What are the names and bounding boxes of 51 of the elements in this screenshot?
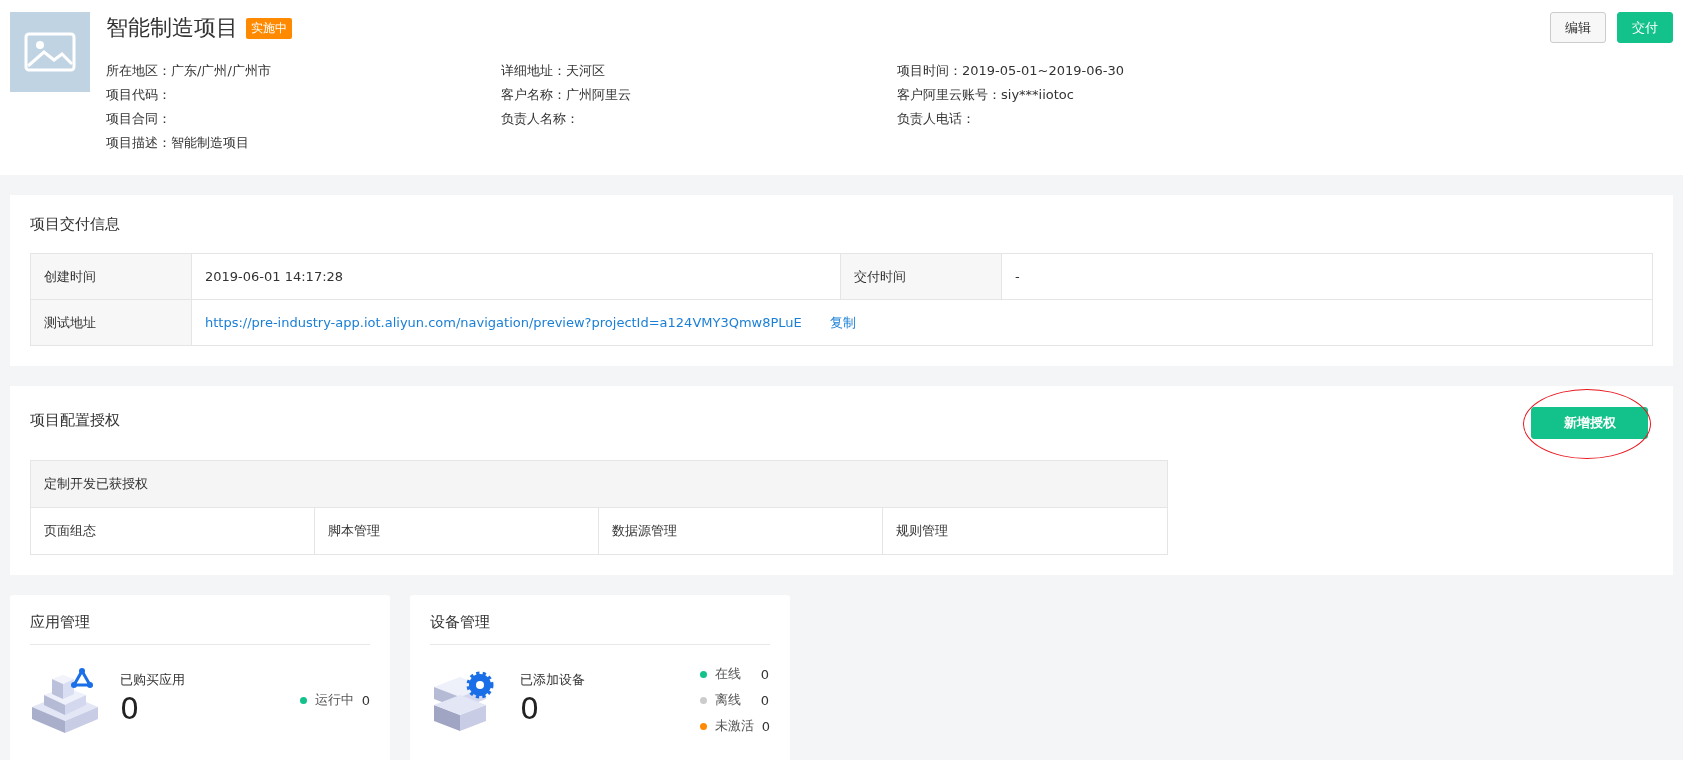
table-label-cell: 交付时间 [841, 254, 1002, 300]
meta-label: 项目合同： [106, 111, 171, 126]
table-label-cell: 创建时间 [31, 254, 192, 300]
edit-button[interactable]: 编辑 [1550, 12, 1606, 43]
table-header-cell: 定制开发已获授权 [31, 461, 1167, 508]
status-label: 在线 [714, 665, 742, 683]
status-label: 未激活 [714, 717, 754, 735]
status-label: 运行中 [314, 691, 354, 709]
meta-label: 项目描述： [106, 135, 171, 150]
table-cell: 数据源管理 [599, 508, 883, 554]
project-title: 智能制造项目 [106, 14, 238, 42]
meta-value: siy***iiotoc [1001, 87, 1074, 102]
status-count: 0 [361, 692, 370, 708]
table-cell-text: 规则管理 [895, 522, 949, 540]
stat-count: 0 [520, 690, 541, 728]
meta-label: 负责人名称： [501, 111, 579, 126]
meta-label: 详细地址： [501, 63, 566, 78]
status-count: 0 [760, 692, 769, 708]
table-label-cell: 测试地址 [31, 300, 192, 346]
test-url-link[interactable]: https://pre-industry-app.iot.aliyun.com/navigation/preview?projectId=a124VMY3Qmw8PLuE [205, 315, 802, 330]
status-badge: 实施中 [246, 17, 292, 39]
stat-label: 已购买应用 [120, 671, 186, 689]
status-label: 离线 [714, 691, 742, 709]
meta-label: 客户阿里云账号： [897, 87, 1001, 102]
meta-label: 项目时间： [897, 63, 962, 78]
stat-count: 0 [120, 690, 141, 728]
card-title: 应用管理 [30, 613, 370, 645]
meta-value: 智能制造项目 [171, 135, 249, 150]
section-title: 项目配置授权 [30, 411, 120, 431]
meta-value: 天河区 [566, 63, 605, 78]
deliver-button[interactable]: 交付 [1617, 12, 1673, 43]
status-count: 0 [761, 718, 770, 734]
section-title: 项目交付信息 [30, 215, 121, 235]
image-placeholder-icon [10, 12, 90, 92]
meta-label: 负责人电话： [897, 111, 975, 126]
meta-label: 客户名称： [501, 87, 566, 102]
app-stack-drawing [30, 665, 100, 735]
meta-label: 所在地区： [106, 63, 171, 78]
copy-link[interactable]: 复制 [829, 313, 856, 332]
meta-value: 2019-05-01~2019-06-30 [962, 63, 1124, 78]
table-cell: 页面组态 [31, 508, 315, 554]
table-cell: 脚本管理 [315, 508, 599, 554]
table-cell: 2019-06-01 14:17:28 [192, 254, 841, 300]
meta-label: 项目代码： [106, 87, 171, 102]
stat-label: 已添加设备 [520, 671, 586, 689]
meta-value: 广东/广州/广州市 [171, 63, 271, 78]
status-count: 0 [760, 666, 769, 682]
add-authorization-button[interactable]: 新增授权 [1531, 407, 1648, 439]
meta-value: 广州阿里云 [566, 87, 631, 102]
card-title: 设备管理 [430, 613, 770, 645]
table-cell: - [1002, 254, 1653, 300]
